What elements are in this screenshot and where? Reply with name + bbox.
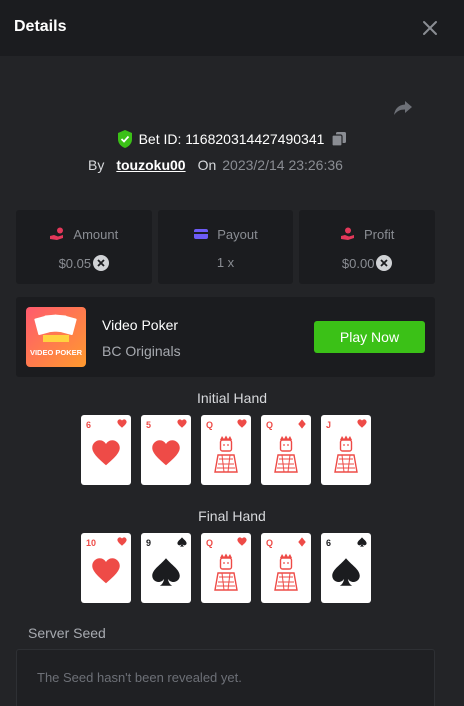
amount-stat: Amount $0.05 [16, 210, 152, 284]
spade-icon [357, 537, 367, 547]
initial-hand: 6 5 Q Q J [81, 415, 371, 485]
spade-suit-icon [332, 558, 360, 586]
card-rank: 6 [86, 420, 92, 430]
initial-hand-card: J [321, 415, 371, 485]
final-hand-card: 6 [321, 533, 371, 603]
heart-suit-icon [92, 440, 120, 466]
by-label: By [88, 157, 105, 173]
payout-label: Payout [217, 226, 258, 242]
heart-icon [357, 419, 367, 428]
coin-icon [376, 255, 393, 271]
verified-shield-icon [117, 130, 132, 148]
username-link[interactable]: touzoku00 [116, 157, 185, 173]
spade-suit-icon [152, 558, 180, 586]
face-card-figure-icon [214, 553, 238, 591]
profit-value: $0.00 [341, 255, 375, 271]
face-card-figure-icon [214, 435, 238, 473]
initial-hand-card: Q [261, 415, 311, 485]
spade-icon [177, 537, 187, 547]
bet-id: Bet ID: 116820314427490341 [138, 131, 325, 147]
video-poker-thumbnail[interactable]: VIDEO POKER [26, 307, 86, 367]
hand-coin-icon [50, 227, 64, 240]
bet-stats: Amount $0.05 Payout 1 x Profit $0.00 [16, 210, 436, 284]
game-card: VIDEO POKER Video Poker BC Originals Pla… [16, 297, 435, 377]
card-rank: 6 [326, 538, 332, 548]
thumbnail-text: VIDEO POKER [30, 348, 83, 357]
diamond-icon [298, 419, 306, 429]
initial-hand-card: 5 [141, 415, 191, 485]
bet-id-row: Bet ID: 116820314427490341 [0, 128, 464, 150]
heart-icon [117, 537, 127, 546]
copy-icon[interactable] [331, 131, 347, 147]
final-hand-card: Q [201, 533, 251, 603]
heart-icon [117, 419, 127, 428]
face-card-figure-icon [274, 553, 298, 591]
details-title: Details [14, 18, 67, 35]
server-seed-label: Server Seed [28, 625, 106, 641]
final-hand: 10 9 Q Q 6 [81, 533, 371, 603]
heart-suit-icon [92, 558, 120, 584]
initial-hand-title: Initial Hand [196, 390, 268, 406]
server-seed-box: The Seed hasn't been revealed yet. [16, 649, 435, 706]
close-icon[interactable] [418, 16, 442, 40]
final-hand-card: 10 [81, 533, 131, 603]
profit-stat: Profit $0.00 [299, 210, 436, 284]
server-seed-value: The Seed hasn't been revealed yet. [37, 670, 242, 685]
card-rank: 10 [86, 538, 97, 548]
card-rank: Q [206, 538, 214, 548]
card-icon [194, 229, 209, 239]
on-label: On [197, 157, 217, 173]
card-rank: Q [266, 420, 274, 430]
game-name: Video Poker [102, 317, 179, 333]
card-rank: Q [206, 420, 214, 430]
profit-label: Profit [364, 226, 395, 242]
bet-datetime: 2023/2/14 23:26:36 [222, 157, 343, 173]
details-content [0, 56, 464, 706]
game-provider: BC Originals [102, 343, 181, 359]
play-now-button[interactable]: Play Now [314, 321, 425, 353]
initial-hand-card: Q [201, 415, 251, 485]
bet-author-row: By touzoku00 On 2023/2/14 23:26:36 [88, 155, 343, 175]
initial-hand-card: 6 [81, 415, 131, 485]
final-hand-card: 9 [141, 533, 191, 603]
coin-icon [93, 255, 110, 271]
card-rank: Q [266, 538, 274, 548]
amount-value: $0.05 [58, 255, 92, 271]
heart-suit-icon [152, 440, 180, 466]
hand-coin-icon [341, 227, 354, 240]
heart-icon [177, 419, 187, 428]
details-header: Details [0, 0, 464, 56]
diamond-icon [298, 537, 306, 547]
card-rank: 5 [146, 420, 152, 430]
final-hand-card: Q [261, 533, 311, 603]
payout-stat: Payout 1 x [157, 210, 294, 284]
payout-value: 1 x [216, 255, 235, 270]
amount-label: Amount [73, 226, 119, 242]
card-rank: J [326, 420, 332, 430]
card-rank: 9 [146, 538, 152, 548]
share-icon[interactable] [391, 96, 415, 120]
face-card-figure-icon [334, 435, 358, 473]
face-card-figure-icon [274, 435, 298, 473]
heart-icon [237, 419, 247, 428]
final-hand-title: Final Hand [198, 508, 266, 524]
heart-icon [237, 537, 247, 546]
